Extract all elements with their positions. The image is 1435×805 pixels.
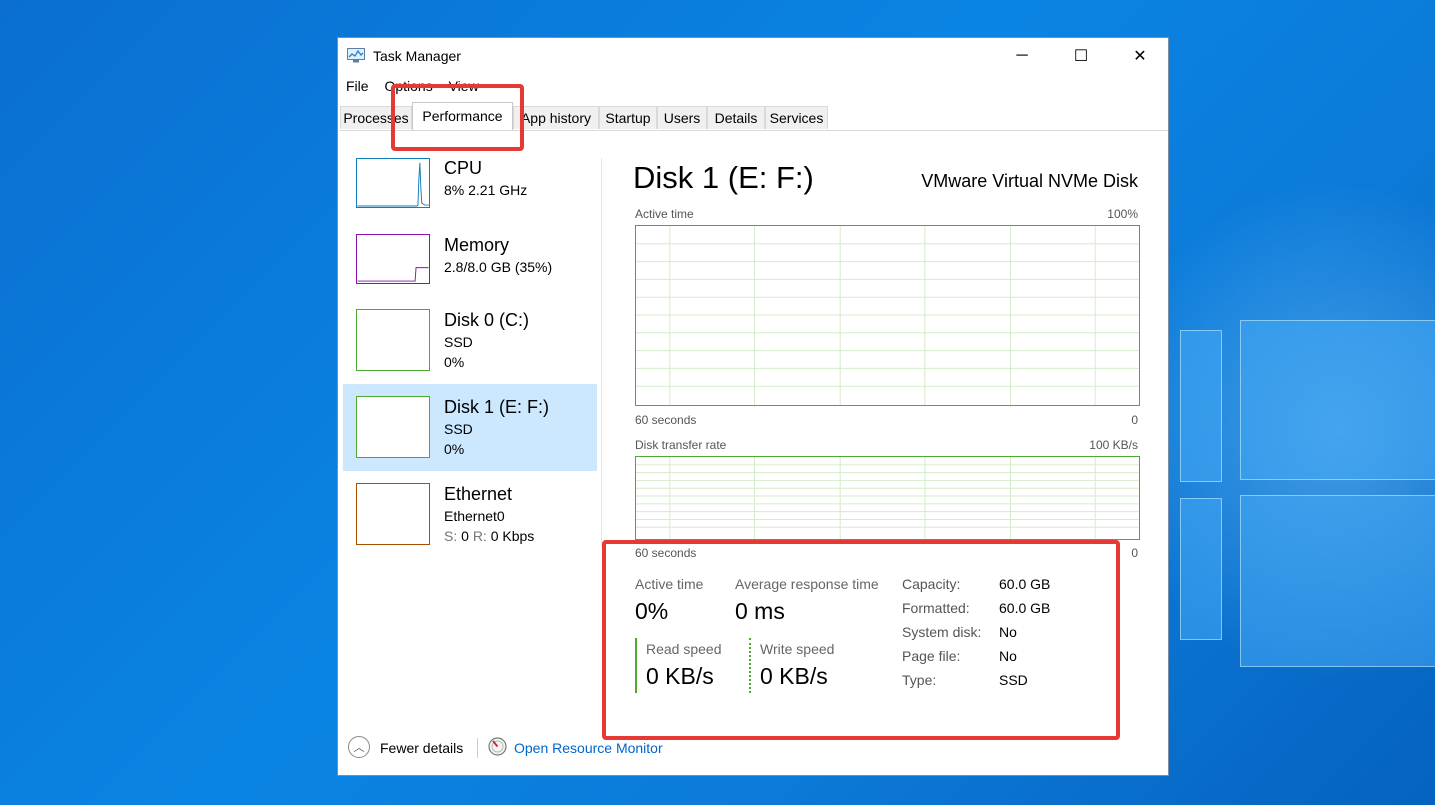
type-label: Type: [902,672,937,688]
active-time-label: Active time [635,576,704,592]
disk0-thumbnail-graph [356,309,430,371]
sidebar-item-disk-1[interactable]: Disk 1 (E: F:) SSD 0% [343,384,597,471]
sidebar-disk0-name: Disk 0 (C:) [444,310,529,330]
formatted-value: 60.0 GB [999,600,1051,616]
sidebar-cpu-name: CPU [444,158,483,178]
read-speed-value: 0 KB/s [646,663,714,689]
tab-bar: Processes Performance App history Startu… [340,102,1168,131]
disk-title: Disk 1 (E: F:) [633,160,814,195]
sidebar-item-cpu[interactable]: CPU 8% 2.21 GHz [343,154,597,218]
tab-startup[interactable]: Startup [599,106,657,129]
page-file-value: No [999,648,1017,664]
windows-logo-background [1180,300,1435,720]
system-disk-label: System disk: [902,624,982,640]
avg-response-value: 0 ms [735,598,785,624]
fewer-details-link[interactable]: Fewer details [380,740,463,756]
transfer-rate-graph-label: Disk transfer rate [635,438,727,452]
sidebar-ethernet-name: Ethernet [444,484,513,504]
tab-services[interactable]: Services [765,106,828,129]
menu-bar: File Options View [346,78,491,94]
sidebar-memory-name: Memory [444,235,510,255]
sidebar-item-memory[interactable]: Memory 2.8/8.0 GB (35%) [343,230,597,294]
active-time-graph-max: 100% [1107,207,1138,221]
read-speed-label: Read speed [646,641,722,657]
tab-app-history[interactable]: App history [513,106,599,129]
menu-file[interactable]: File [346,78,369,94]
sidebar-disk1-name: Disk 1 (E: F:) [444,397,550,417]
active-time-graph-timespan: 60 seconds [635,413,697,427]
disk1-thumbnail-graph [356,396,430,458]
memory-thumbnail-graph [356,234,430,284]
task-manager-icon [347,48,365,63]
task-manager-window: Task Manager ─ ☐ ✕ File Options View Pro… [337,37,1169,776]
chevron-up-icon[interactable]: ︿ [348,736,370,758]
window-title: Task Manager [373,48,461,64]
maximize-button[interactable]: ☐ [1052,38,1110,74]
active-time-graph-label: Active time [635,207,694,221]
disk-model: VMware Virtual NVMe Disk [921,171,1138,191]
resource-monitor-icon [488,737,507,756]
menu-view[interactable]: View [449,78,479,94]
sidebar-ethernet-adapter: Ethernet0 [444,508,505,524]
tab-performance[interactable]: Performance [412,102,513,130]
avg-response-label: Average response time [735,576,879,592]
type-value: SSD [999,672,1028,688]
active-time-graph-min: 0 [1131,413,1138,427]
sidebar-separator [601,158,602,548]
write-speed-label: Write speed [760,641,835,657]
open-resource-monitor-link[interactable]: Open Resource Monitor [514,740,663,756]
tab-processes[interactable]: Processes [340,106,412,129]
tab-details[interactable]: Details [707,106,765,129]
capacity-value: 60.0 GB [999,576,1051,592]
sidebar-cpu-usage: 8% 2.21 GHz [444,182,528,198]
close-button[interactable]: ✕ [1111,38,1169,74]
sidebar-item-ethernet[interactable]: Ethernet Ethernet0 S: 0 R: 0 Kbps [343,478,597,550]
footer-separator [477,738,478,758]
write-speed-value: 0 KB/s [760,663,828,689]
menu-options[interactable]: Options [384,78,432,94]
sidebar-item-disk-0[interactable]: Disk 0 (C:) SSD 0% [343,304,597,376]
sidebar-memory-usage: 2.8/8.0 GB (35%) [444,259,553,275]
transfer-rate-graph-max: 100 KB/s [1089,438,1138,452]
sidebar-disk0-type: SSD [444,334,473,350]
transfer-rate-graph-timespan: 60 seconds [635,546,697,560]
tab-users[interactable]: Users [657,106,707,129]
transfer-rate-graph-min: 0 [1131,546,1138,560]
page-file-label: Page file: [902,648,961,664]
ethernet-thumbnail-graph [356,483,430,545]
active-time-graph [635,225,1140,406]
read-speed-marker [635,638,637,693]
write-speed-marker [749,638,751,693]
formatted-label: Formatted: [902,600,970,616]
sidebar-disk0-usage: 0% [444,354,465,370]
sidebar-disk1-type: SSD [444,421,473,437]
title-bar[interactable]: Task Manager ─ ☐ ✕ [338,38,1168,74]
system-disk-value: No [999,624,1017,640]
transfer-rate-graph [635,456,1140,540]
minimize-button[interactable]: ─ [993,38,1051,74]
sidebar-disk1-usage: 0% [444,441,465,457]
capacity-label: Capacity: [902,576,961,592]
disk-stats-highlight [602,540,1120,740]
cpu-thumbnail-graph [356,158,430,208]
sidebar-ethernet-throughput: S: 0 R: 0 Kbps [444,528,535,544]
active-time-value: 0% [635,598,669,624]
